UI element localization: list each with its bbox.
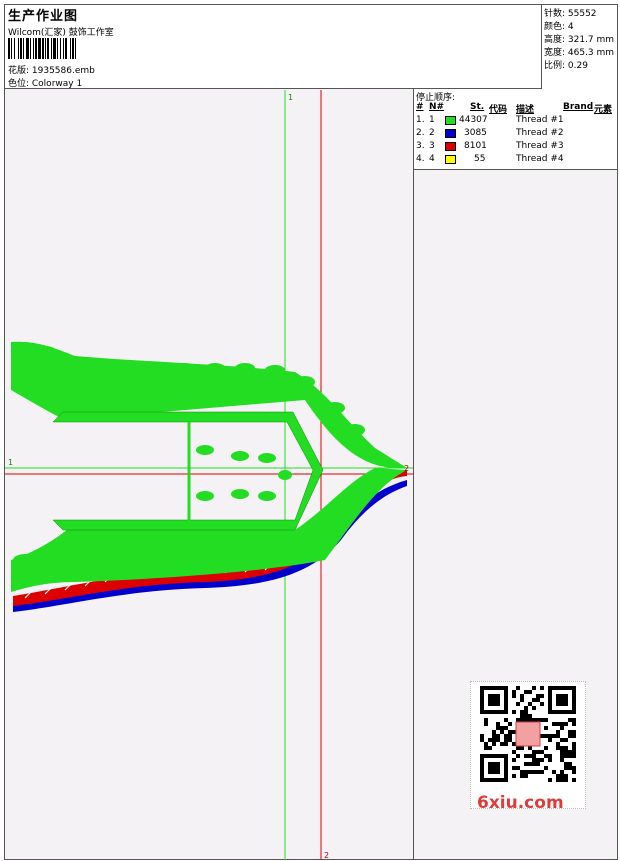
colorway-label: 色位: Colorway 1 — [8, 79, 83, 89]
row-num: 3. — [416, 141, 425, 151]
column-header-needle: N# — [429, 102, 445, 112]
production-sheet: 生产作业图 Wilcom(汇家) 鼓饰工作室 花版: 1935586.emb 色… — [4, 4, 618, 860]
page-title: 生产作业图 — [8, 9, 79, 24]
row-description: Thread #4 — [516, 154, 564, 164]
row-num: 1. — [416, 115, 425, 125]
color-swatch — [445, 116, 456, 125]
row-stitches: 3085 — [464, 128, 487, 138]
column-header-brand: Brand — [563, 102, 594, 112]
qr-code-icon — [470, 681, 586, 809]
company-name: Wilcom(汇家) 鼓饰工作室 — [8, 28, 114, 38]
column-header-num: # — [416, 102, 424, 112]
row-needle: 3 — [429, 141, 435, 151]
embroidery-preview: 1 1 2 2 — [5, 90, 413, 860]
column-header-stitches: St. — [470, 102, 485, 112]
color-count: 颜色: 4 — [544, 22, 574, 32]
qr-pattern — [480, 686, 576, 782]
row-needle: 2 — [429, 128, 435, 138]
design-height: 高度: 321.7 mm — [544, 35, 615, 45]
guide-label-top: 1 — [288, 93, 293, 102]
row-needle: 1 — [429, 115, 435, 125]
row-stitches: 44307 — [459, 115, 488, 125]
barcode-icon — [8, 38, 116, 59]
row-description: Thread #3 — [516, 141, 564, 151]
row-num: 2. — [416, 128, 425, 138]
guide-label-left: 1 — [8, 458, 13, 467]
row-description: Thread #2 — [516, 128, 564, 138]
row-num: 4. — [416, 154, 425, 164]
column-header-code: 代码 — [489, 105, 508, 115]
guide-label-bottom: 2 — [324, 851, 329, 860]
color-swatch — [445, 142, 456, 151]
design-scale: 比例: 0.29 — [544, 61, 588, 71]
stats-panel: 针数: 55552 颜色: 4 高度: 321.7 mm 宽度: 465.3 m… — [541, 5, 617, 89]
design-file-label: 花版: 1935586.emb — [8, 66, 95, 76]
watermark-brand: 6xiu.com — [477, 793, 564, 813]
row-stitches: 55 — [474, 154, 486, 164]
color-swatch — [445, 129, 456, 138]
row-description: Thread #1 — [516, 115, 564, 125]
color-swatch — [445, 155, 456, 164]
guide-label-right: 2 — [404, 464, 409, 473]
row-stitches: 8101 — [464, 141, 487, 151]
sheet-header: 生产作业图 Wilcom(汇家) 鼓饰工作室 花版: 1935586.emb 色… — [5, 5, 617, 89]
design-width: 宽度: 465.3 mm — [544, 48, 615, 58]
stop-sequence-table: 停止顺序: # N# St. 代码 描述 Brand 元素 1. 1 44307… — [413, 89, 617, 170]
design-canvas: 1 1 2 2 — [5, 90, 413, 860]
column-header-element: 元素 — [594, 105, 613, 115]
row-needle: 4 — [429, 154, 435, 164]
stitch-count: 针数: 55552 — [544, 9, 597, 19]
column-header-description: 描述 — [516, 105, 535, 115]
